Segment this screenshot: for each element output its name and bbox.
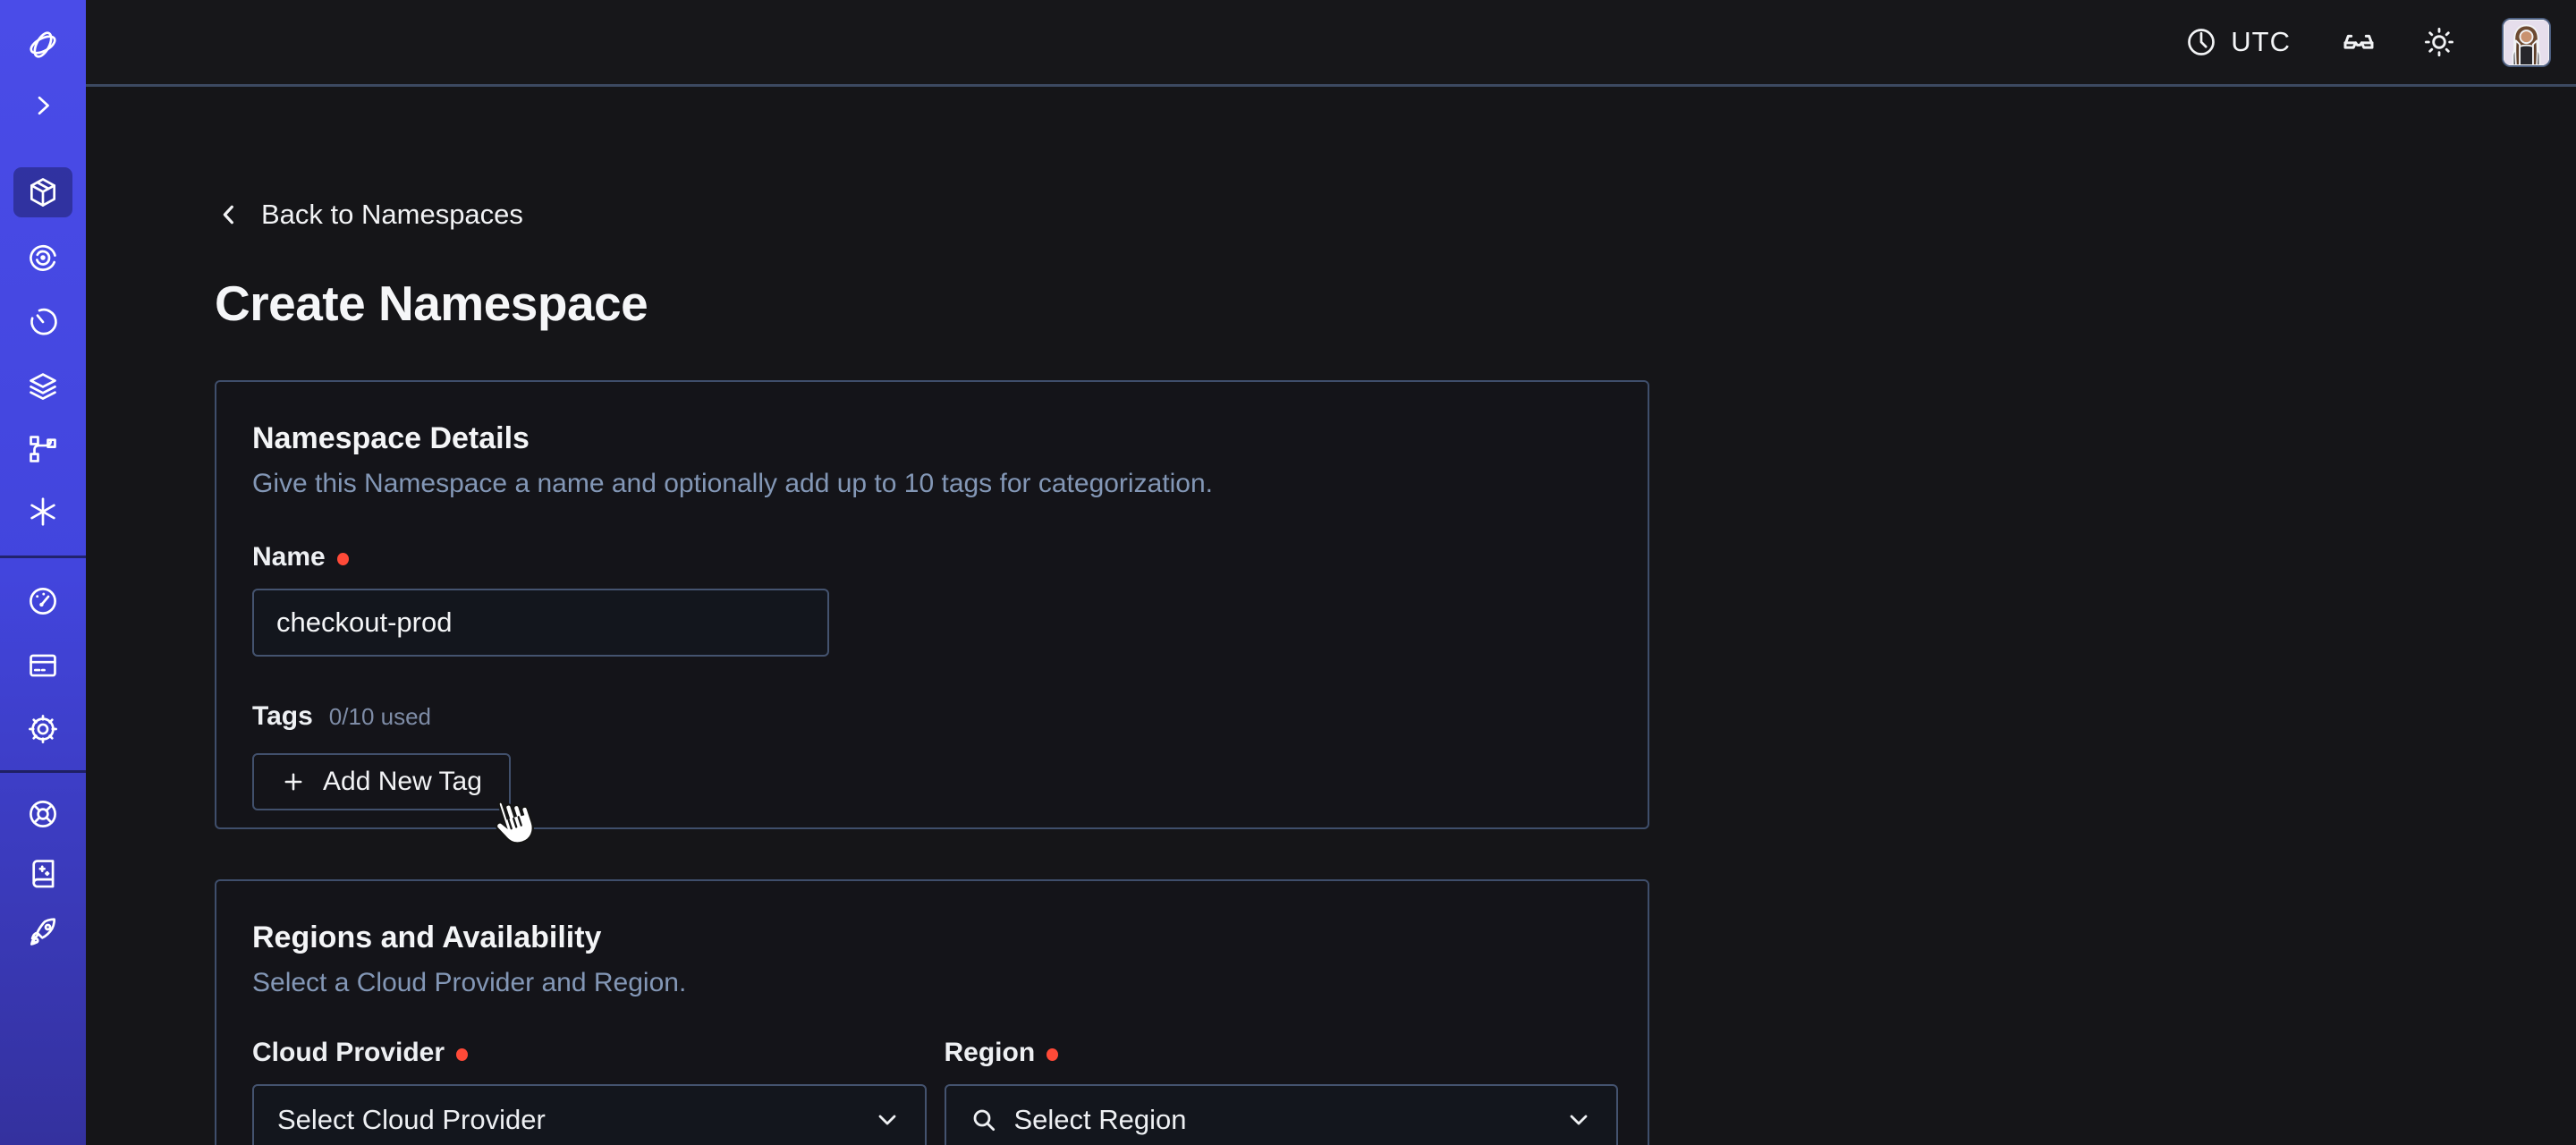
sidebar-expand-chevron-icon[interactable] bbox=[26, 89, 60, 123]
accessibility-glasses-button[interactable] bbox=[2339, 22, 2378, 62]
tags-label: Tags bbox=[252, 701, 313, 732]
billing-card-icon[interactable] bbox=[26, 649, 60, 683]
timezone-selector[interactable]: UTC bbox=[2185, 26, 2291, 58]
cloud-provider-label: Cloud Provider bbox=[252, 1038, 927, 1068]
required-dot bbox=[456, 1048, 468, 1061]
theme-toggle-button[interactable] bbox=[2419, 22, 2459, 62]
chevron-left-icon bbox=[215, 200, 243, 229]
avatar[interactable] bbox=[2502, 18, 2551, 67]
card-subtitle: Give this Namespace a name and optionall… bbox=[252, 469, 1612, 499]
support-lifebuoy-icon[interactable] bbox=[26, 797, 60, 831]
nexus-asterisk-icon[interactable] bbox=[26, 495, 60, 529]
regions-availability-card: Regions and Availability Select a Cloud … bbox=[215, 879, 1649, 1145]
region-placeholder: Select Region bbox=[1014, 1104, 1187, 1136]
schedules-timer-icon[interactable] bbox=[26, 305, 60, 339]
add-new-tag-button[interactable]: Add New Tag bbox=[252, 753, 511, 810]
tags-row: Tags 0/10 used bbox=[252, 701, 1612, 732]
main-content: Back to Namespaces Create Namespace Name… bbox=[86, 89, 2576, 1145]
region-select[interactable]: Select Region bbox=[945, 1084, 1619, 1145]
card-subtitle: Select a Cloud Provider and Region. bbox=[252, 968, 1612, 998]
clock-icon bbox=[2185, 26, 2217, 58]
plus-icon bbox=[281, 769, 306, 794]
region-label: Region bbox=[945, 1038, 1619, 1068]
name-field-label: Name bbox=[252, 542, 1612, 572]
required-dot bbox=[1046, 1048, 1058, 1061]
tags-counter: 0/10 used bbox=[329, 703, 431, 731]
batch-operations-layers-icon[interactable] bbox=[26, 369, 60, 403]
namespace-name-input[interactable] bbox=[252, 589, 829, 657]
back-link-label: Back to Namespaces bbox=[261, 199, 523, 231]
getting-started-rocket-icon[interactable] bbox=[26, 915, 60, 949]
search-icon bbox=[970, 1106, 998, 1134]
cloud-provider-select[interactable]: Select Cloud Provider bbox=[252, 1084, 927, 1145]
settings-gear-icon[interactable] bbox=[26, 712, 60, 746]
temporal-logo-icon[interactable] bbox=[26, 28, 60, 62]
page-title: Create Namespace bbox=[215, 275, 2576, 332]
usage-gauge-icon[interactable] bbox=[26, 584, 60, 618]
chevron-down-icon bbox=[873, 1106, 902, 1134]
sidebar bbox=[0, 0, 86, 1145]
glasses-icon bbox=[2341, 24, 2377, 60]
required-dot bbox=[337, 553, 349, 565]
namespace-details-card: Namespace Details Give this Namespace a … bbox=[215, 380, 1649, 829]
top-bar: UTC bbox=[86, 0, 2576, 87]
chevron-down-icon bbox=[1564, 1106, 1593, 1134]
deployments-branch-icon[interactable] bbox=[26, 432, 60, 466]
timezone-label: UTC bbox=[2231, 26, 2291, 58]
card-title: Namespace Details bbox=[252, 421, 1612, 456]
docs-book-icon[interactable] bbox=[26, 856, 60, 890]
back-to-namespaces-link[interactable]: Back to Namespaces bbox=[215, 199, 523, 231]
workflows-spiral-icon[interactable] bbox=[26, 241, 60, 275]
namespaces-cube-icon[interactable] bbox=[26, 175, 60, 209]
sidebar-divider bbox=[0, 556, 86, 558]
card-title: Regions and Availability bbox=[252, 920, 1612, 955]
sun-icon bbox=[2422, 25, 2456, 59]
cloud-provider-placeholder: Select Cloud Provider bbox=[277, 1104, 546, 1136]
sidebar-divider bbox=[0, 770, 86, 773]
